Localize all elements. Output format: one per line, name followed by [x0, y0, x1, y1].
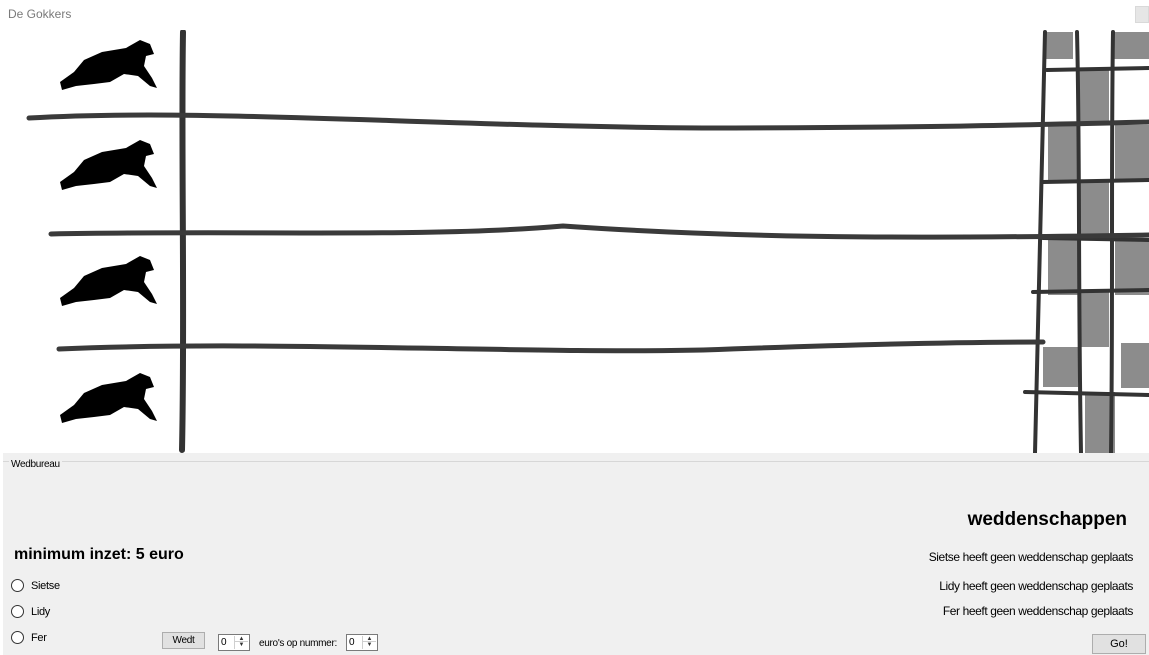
- dog-number-value[interactable]: 0: [349, 637, 355, 648]
- finish-line: [1043, 32, 1149, 453]
- stepper-down-icon[interactable]: ▼: [235, 642, 248, 648]
- close-button[interactable]: [1135, 6, 1149, 23]
- dog-1-icon: [60, 40, 157, 90]
- bet-status-lidy: Lidy heeft geen weddenschap geplaats: [939, 579, 1133, 593]
- window-title: De Gokkers: [8, 7, 72, 21]
- dog-2-icon: [60, 140, 157, 190]
- stepper-buttons[interactable]: ▲ ▼: [234, 636, 248, 649]
- radio-label-fer[interactable]: Fer: [31, 632, 47, 644]
- amount-value[interactable]: 0: [221, 637, 227, 648]
- bet-status-sietse: Sietse heeft geen weddenschap geplaats: [928, 550, 1134, 564]
- radio-label-sietse[interactable]: Sietse: [31, 580, 60, 592]
- start-line: [179, 30, 187, 453]
- race-track: [3, 30, 1149, 453]
- title-bar: De Gokkers: [0, 0, 1149, 29]
- dog-number-stepper[interactable]: 0 ▲ ▼: [346, 634, 378, 651]
- minimum-bet-label: minimum inzet: 5 euro: [14, 546, 184, 563]
- stepper-down-icon[interactable]: ▼: [363, 642, 376, 648]
- amount-stepper[interactable]: 0 ▲ ▼: [218, 634, 250, 651]
- bets-title: weddenschappen: [967, 509, 1127, 530]
- track-lines: [26, 30, 1149, 453]
- radio-circle[interactable]: [11, 579, 24, 592]
- group-border: [3, 461, 1149, 462]
- group-label: Wedbureau: [9, 459, 62, 470]
- euros-label: euro's op nummer:: [259, 638, 337, 649]
- bet-status-fer: Fer heeft geen weddenschap geplaats: [942, 604, 1134, 618]
- dog-4-icon: [60, 373, 157, 423]
- radio-circle[interactable]: [11, 631, 24, 644]
- dog-3-icon: [60, 256, 157, 306]
- radio-circle[interactable]: [11, 605, 24, 618]
- wedt-button[interactable]: Wedt: [162, 632, 205, 649]
- game-window: De Gokkers Wedbureau minimum inzet: 5 eu…: [0, 0, 1149, 655]
- go-button[interactable]: Go!: [1092, 634, 1146, 654]
- stepper-buttons[interactable]: ▲ ▼: [362, 636, 376, 649]
- radio-label-lidy[interactable]: Lidy: [31, 606, 50, 618]
